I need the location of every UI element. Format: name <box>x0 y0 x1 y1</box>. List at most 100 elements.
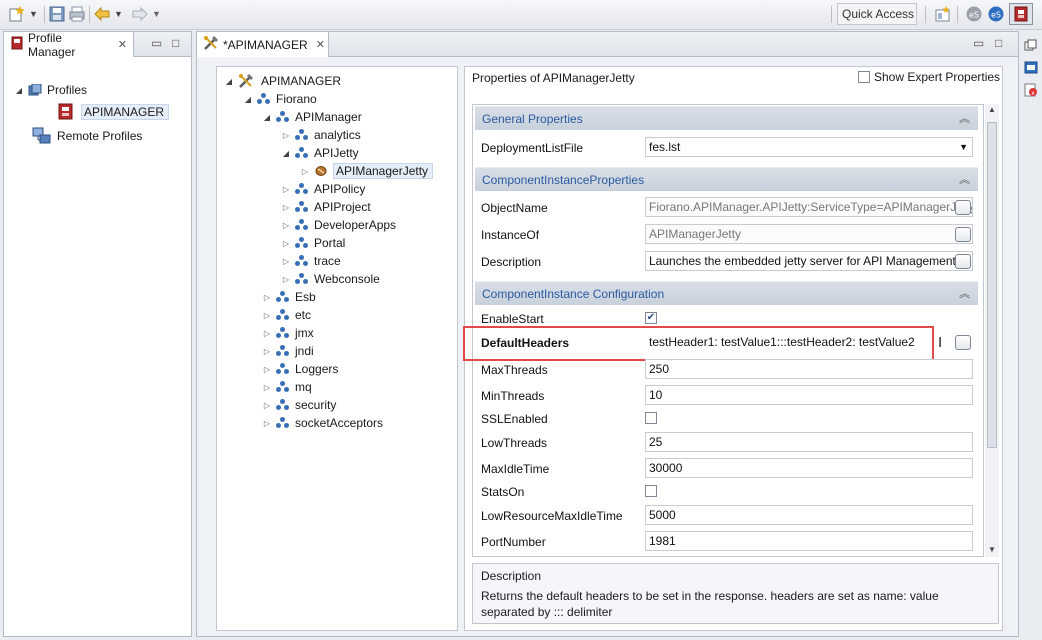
tab-profile-manager[interactable]: Profile Manager ✕ <box>4 31 134 59</box>
error-log-icon[interactable]: x <box>1024 83 1038 100</box>
molecule-icon <box>276 399 290 411</box>
perspective-es-gray-icon[interactable]: eS <box>965 5 983 23</box>
tree-item[interactable]: ◢ APIJetty <box>281 144 359 162</box>
tree-item[interactable]: ▷ etc <box>262 306 311 324</box>
collapsed-arrow-icon[interactable]: ▷ <box>281 239 291 248</box>
collapsed-arrow-icon[interactable]: ▷ <box>262 365 272 374</box>
collapsed-arrow-icon[interactable]: ▷ <box>281 131 291 140</box>
stats-on-checkbox[interactable] <box>645 485 657 497</box>
collapse-chevron-icon[interactable]: ︽ <box>959 107 970 131</box>
tree-item-profiles[interactable]: ◢ Profiles <box>14 81 87 99</box>
tree-item[interactable]: ▷ Webconsole <box>281 270 380 288</box>
collapsed-arrow-icon[interactable]: ▷ <box>281 185 291 194</box>
section-general-properties[interactable]: General Properties ︽ <box>475 106 978 130</box>
scrollbar-thumb[interactable] <box>987 122 997 448</box>
maximize-icon[interactable]: □ <box>995 36 1002 50</box>
save-icon[interactable] <box>48 5 66 23</box>
back-dropdown-icon[interactable]: ▼ <box>114 5 124 23</box>
collapsed-arrow-icon[interactable]: ▷ <box>262 419 272 428</box>
expanded-arrow-icon[interactable]: ◢ <box>281 149 291 158</box>
close-icon[interactable]: ✕ <box>118 38 127 51</box>
collapse-chevron-icon[interactable]: ︽ <box>959 168 970 192</box>
profile-manager-perspective-icon[interactable] <box>1009 3 1033 25</box>
collapsed-arrow-icon[interactable]: ▷ <box>281 275 291 284</box>
checkbox-unchecked[interactable] <box>858 71 870 83</box>
tree-item[interactable]: ▷ APIProject <box>281 198 371 216</box>
collapsed-arrow-icon[interactable]: ▷ <box>262 347 272 356</box>
tree-item[interactable]: ▷ trace <box>281 252 341 270</box>
tree-item[interactable]: ▷ Portal <box>281 234 345 252</box>
perspective-es-blue-icon[interactable]: eS <box>987 5 1005 23</box>
collapsed-arrow-icon[interactable]: ▷ <box>300 167 310 176</box>
print-icon[interactable] <box>68 5 86 23</box>
collapsed-arrow-icon[interactable]: ▷ <box>281 221 291 230</box>
description-field[interactable]: Launches the embedded jetty server for A… <box>645 251 973 271</box>
low-threads-field[interactable]: 25 <box>645 432 973 452</box>
collapsed-arrow-icon[interactable]: ▷ <box>262 383 272 392</box>
object-name-edit-button[interactable] <box>955 200 971 215</box>
port-number-field[interactable]: 1981 <box>645 531 973 551</box>
collapse-chevron-icon[interactable]: ︽ <box>959 282 970 306</box>
tree-item[interactable]: ◢ Fiorano <box>243 90 317 108</box>
section-component-instance-configuration[interactable]: ComponentInstance Configuration ︽ <box>475 281 978 305</box>
tree-item[interactable]: ▷ security <box>262 396 336 414</box>
default-headers-edit-button[interactable] <box>955 335 971 350</box>
tree-item[interactable]: ▷ APIPolicy <box>281 180 365 198</box>
description-edit-button[interactable] <box>955 254 971 269</box>
instance-of-edit-button[interactable] <box>955 227 971 242</box>
quick-access-field[interactable]: Quick Access <box>837 3 917 25</box>
maximize-icon[interactable]: □ <box>172 36 179 50</box>
new-dropdown-icon[interactable]: ▼ <box>29 5 39 23</box>
tree-item[interactable]: ▷ mq <box>262 378 312 396</box>
tree-item[interactable]: ▷ jmx <box>262 324 314 342</box>
console-view-icon[interactable] <box>1024 61 1038 78</box>
forward-icon[interactable] <box>131 5 149 23</box>
restore-icon[interactable] <box>1024 39 1037 55</box>
collapsed-arrow-icon[interactable]: ▷ <box>262 311 272 320</box>
new-wizard-icon[interactable] <box>8 5 26 23</box>
properties-scrollbar[interactable]: ▲ ▼ <box>985 104 999 557</box>
deployment-list-file-select[interactable]: fes.lst ▼ <box>645 137 973 157</box>
collapsed-arrow-icon[interactable]: ▷ <box>281 203 291 212</box>
tree-item-apimanager-profile[interactable]: APIMANAGER <box>56 103 170 121</box>
tree-item[interactable]: ▷ Loggers <box>262 360 338 378</box>
minimize-icon[interactable]: ▭ <box>151 36 162 50</box>
tree-item[interactable]: ▷ socketAcceptors <box>262 414 383 432</box>
expanded-arrow-icon[interactable]: ◢ <box>262 113 272 122</box>
ssl-enabled-checkbox[interactable] <box>645 412 657 424</box>
collapsed-arrow-icon[interactable]: ▷ <box>262 401 272 410</box>
tree-item[interactable]: ◢ APIManager <box>262 108 362 126</box>
open-perspective-icon[interactable] <box>934 5 952 23</box>
object-name-field[interactable]: Fiorano.APIManager.APIJetty:ServiceType=… <box>645 197 973 217</box>
expanded-arrow-icon[interactable]: ◢ <box>14 86 24 95</box>
expanded-arrow-icon[interactable]: ◢ <box>224 77 234 86</box>
max-idle-time-field[interactable]: 30000 <box>645 458 973 478</box>
collapsed-arrow-icon[interactable]: ▷ <box>262 329 272 338</box>
collapsed-arrow-icon[interactable]: ▷ <box>281 257 291 266</box>
scroll-down-icon[interactable]: ▼ <box>988 545 996 554</box>
collapsed-arrow-icon[interactable]: ▷ <box>262 293 272 302</box>
min-threads-field[interactable]: 10 <box>645 385 973 405</box>
instance-of-field[interactable]: APIManagerJetty <box>645 224 973 244</box>
max-threads-field[interactable]: 250 <box>645 359 973 379</box>
tree-item[interactable]: ▷ DeveloperApps <box>281 216 396 234</box>
back-icon[interactable] <box>93 5 111 23</box>
tree-item-remote-profiles[interactable]: Remote Profiles <box>32 127 142 145</box>
tab-apimanager[interactable]: *APIMANAGER ✕ <box>197 32 329 57</box>
scroll-up-icon[interactable]: ▲ <box>988 105 996 114</box>
expanded-arrow-icon[interactable]: ◢ <box>243 95 253 104</box>
molecule-icon <box>295 183 309 195</box>
tree-item[interactable]: ▷ APIManagerJetty <box>300 162 434 180</box>
minimize-icon[interactable]: ▭ <box>973 36 984 50</box>
show-expert-properties-toggle[interactable]: Show Expert Properties <box>858 70 1000 84</box>
chevron-down-icon[interactable]: ▼ <box>959 138 968 156</box>
section-component-instance-properties[interactable]: ComponentInstanceProperties ︽ <box>475 167 978 191</box>
enable-start-checkbox[interactable]: ✔ <box>645 312 657 324</box>
tree-item[interactable]: ▷ jndi <box>262 342 314 360</box>
tree-item[interactable]: ▷ analytics <box>281 126 361 144</box>
tree-item[interactable]: ▷ Esb <box>262 288 316 306</box>
close-icon[interactable]: ✕ <box>316 38 325 51</box>
forward-dropdown-icon[interactable]: ▼ <box>152 5 162 23</box>
low-resource-max-idle-time-field[interactable]: 5000 <box>645 505 973 525</box>
tree-item[interactable]: ◢ APIMANAGER <box>224 72 341 90</box>
